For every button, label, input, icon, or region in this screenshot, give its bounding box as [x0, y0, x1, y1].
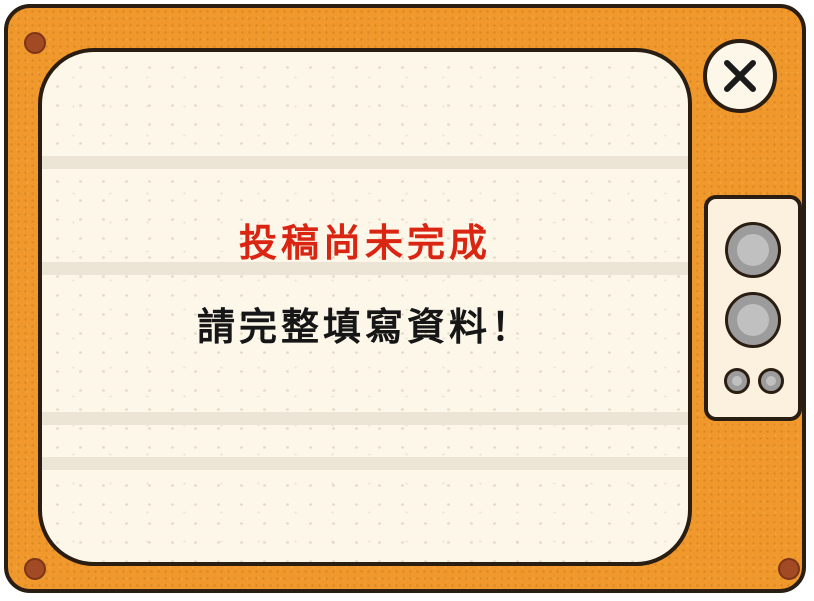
scanline-band [42, 156, 688, 169]
close-button[interactable] [703, 39, 777, 113]
screw-top-left [24, 32, 46, 54]
scanline-band [42, 412, 688, 425]
dialog-title: 投稿尚未完成 [238, 221, 491, 265]
screw-bottom-right [778, 558, 800, 580]
close-icon [724, 60, 756, 92]
tv-button-left [724, 368, 750, 394]
tv-knob-bottom [725, 292, 781, 348]
dialog-message: 請完整填寫資料！ [196, 305, 533, 349]
dialog-screen: 投稿尚未完成 請完整填寫資料！ [38, 48, 692, 566]
screw-bottom-left [24, 558, 46, 580]
scanline-band [42, 457, 688, 470]
tv-dialog-frame: 投稿尚未完成 請完整填寫資料！ [4, 4, 806, 593]
tv-button-right [758, 368, 784, 394]
tv-knob-top [725, 222, 781, 278]
tv-control-panel [704, 195, 802, 421]
